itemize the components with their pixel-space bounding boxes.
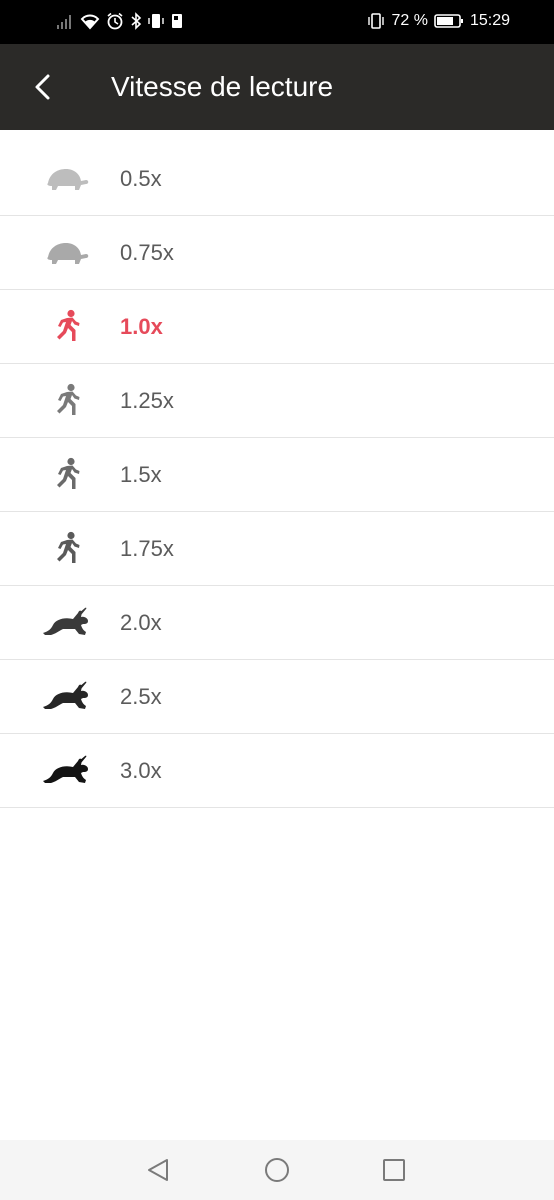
- speed-option-1-25x[interactable]: 1.25x: [0, 364, 554, 438]
- vibrate-mode-icon: [368, 13, 385, 29]
- nav-back-button[interactable]: [142, 1154, 174, 1186]
- speed-option-0-5x[interactable]: 0.5x: [0, 142, 554, 216]
- speed-option-1-0x[interactable]: 1.0x: [0, 290, 554, 364]
- back-button[interactable]: [22, 66, 64, 108]
- battery-percent: 72 %: [391, 12, 428, 29]
- status-bar: 72 % 15:29: [0, 0, 554, 44]
- rabbit-icon: [38, 603, 94, 643]
- back-arrow-icon: [35, 74, 50, 100]
- runner-icon: [38, 381, 94, 421]
- vibrate-icon: [148, 14, 164, 28]
- speed-option-2-5x[interactable]: 2.5x: [0, 660, 554, 734]
- status-icons-left: [56, 12, 184, 30]
- speed-label: 3.0x: [120, 757, 162, 783]
- speed-label: 2.5x: [120, 683, 162, 709]
- speed-option-3-0x[interactable]: 3.0x: [0, 734, 554, 808]
- navigation-bar: [0, 1140, 554, 1200]
- speed-label: 1.25x: [120, 387, 174, 413]
- turtle-icon: [38, 159, 94, 199]
- speed-option-1-5x[interactable]: 1.5x: [0, 438, 554, 512]
- page-title: Vitesse de lecture: [111, 71, 334, 102]
- speed-label: 1.75x: [120, 535, 174, 561]
- sim-icon: [172, 14, 182, 28]
- speed-label: 1.0x: [120, 313, 163, 339]
- triangle-back-icon: [148, 1159, 168, 1181]
- wifi-icon: [80, 14, 100, 30]
- square-recents-icon: [383, 1159, 405, 1181]
- screen: 72 % 15:29 Vitesse de lecture 0.5x 0.75x 1…: [0, 0, 554, 1200]
- speed-label: 0.5x: [120, 165, 162, 191]
- circle-home-icon: [265, 1158, 289, 1182]
- speed-label: 0.75x: [120, 239, 174, 265]
- speed-label: 1.5x: [120, 461, 162, 487]
- speed-option-1-75x[interactable]: 1.75x: [0, 512, 554, 586]
- alarm-icon: [107, 12, 123, 30]
- speed-option-0-75x[interactable]: 0.75x: [0, 216, 554, 290]
- runner-icon: [38, 307, 94, 347]
- nav-recents-button[interactable]: [378, 1154, 410, 1186]
- runner-icon: [38, 529, 94, 569]
- signal-icon: [57, 15, 71, 29]
- status-icons-right: 72 % 15:29: [367, 12, 510, 30]
- runner-icon: [38, 455, 94, 495]
- speed-list: 0.5x 0.75x 1.0x 1.25x 1.5x 1.75x 2.0x 2.5x 3.0x: [0, 142, 554, 808]
- toolbar: Vitesse de lecture: [0, 44, 554, 130]
- rabbit-icon: [38, 751, 94, 791]
- battery-icon: [434, 14, 463, 28]
- turtle-icon: [38, 233, 94, 273]
- rabbit-icon: [38, 677, 94, 717]
- clock: 15:29: [469, 12, 510, 29]
- speed-option-2-0x[interactable]: 2.0x: [0, 586, 554, 660]
- bluetooth-icon: [131, 12, 142, 30]
- speed-label: 2.0x: [120, 609, 162, 635]
- nav-home-button[interactable]: [261, 1154, 293, 1186]
